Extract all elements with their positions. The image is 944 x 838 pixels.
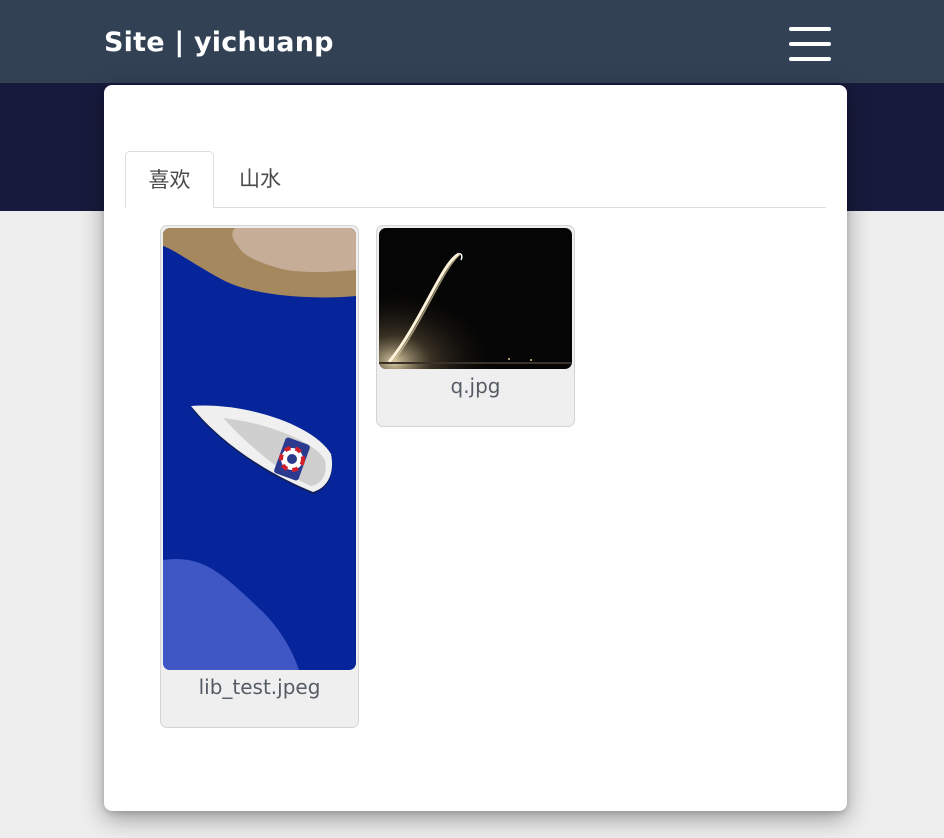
- top-navbar: Site | yichuanp: [0, 0, 944, 83]
- gallery-card: 喜欢 山水 lib_test.jpeg q.jpg: [104, 85, 847, 811]
- gallery-item[interactable]: lib_test.jpeg: [160, 225, 359, 728]
- tab-favorites[interactable]: 喜欢: [125, 151, 214, 208]
- gallery-item-filename: q.jpg: [450, 374, 501, 398]
- gallery-item[interactable]: q.jpg: [376, 225, 575, 427]
- hamburger-menu-icon[interactable]: [789, 27, 831, 61]
- tab-landscape[interactable]: 山水: [233, 151, 287, 207]
- gallery-item-filename: lib_test.jpeg: [198, 675, 321, 699]
- site-brand[interactable]: Site | yichuanp: [104, 24, 334, 62]
- tab-bar: 喜欢 山水: [125, 151, 826, 208]
- rocket-launch-image: [379, 228, 572, 369]
- boat-image: [163, 228, 356, 670]
